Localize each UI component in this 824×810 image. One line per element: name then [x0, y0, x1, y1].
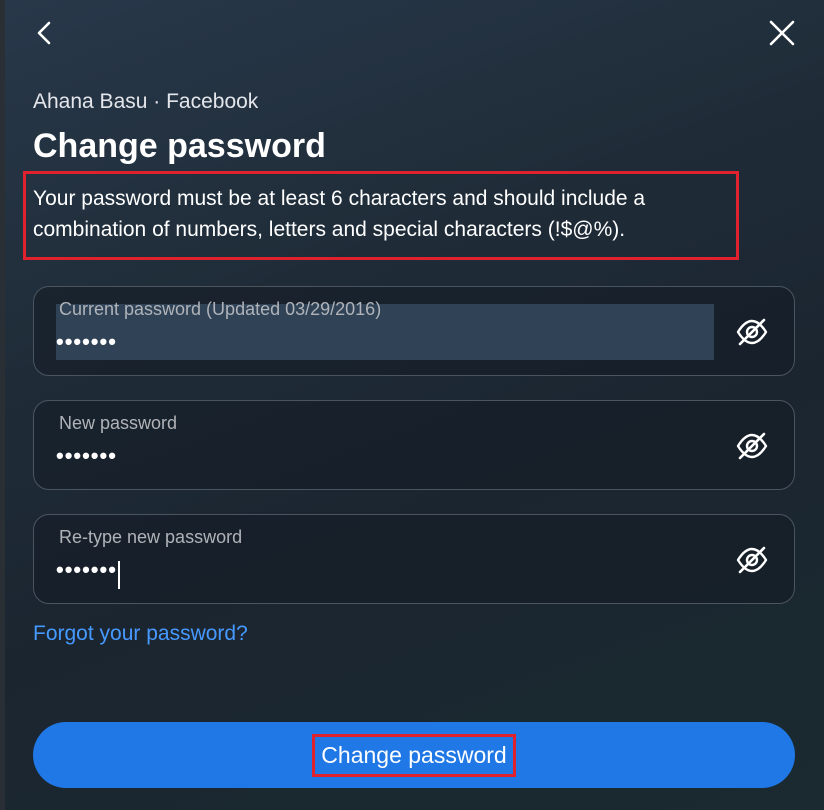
- page-title: Change password: [33, 127, 326, 165]
- new-password-input[interactable]: •••••••: [56, 443, 117, 469]
- toggle-current-password-visibility[interactable]: [732, 313, 772, 351]
- current-password-field[interactable]: Current password (Updated 03/29/2016) ••…: [33, 286, 795, 376]
- toggle-retype-password-visibility[interactable]: [732, 541, 772, 579]
- retype-password-label: Re-type new password: [59, 527, 243, 547]
- forgot-password-link[interactable]: Forgot your password?: [33, 622, 248, 646]
- change-password-dialog: Ahana Basu · Facebook Change password Yo…: [0, 0, 824, 810]
- new-password-label: New password: [59, 413, 178, 433]
- eye-slash-icon: [736, 432, 768, 460]
- eye-slash-icon: [736, 318, 768, 346]
- close-button[interactable]: [762, 13, 802, 53]
- change-password-button-label: Change password: [312, 733, 516, 777]
- retype-password-field[interactable]: Re-type new password •••••••: [33, 514, 795, 604]
- password-requirements: Your password must be at least 6 charact…: [33, 187, 646, 241]
- close-icon: [769, 20, 795, 46]
- text-caret: [118, 561, 120, 589]
- eye-slash-icon: [736, 546, 768, 574]
- back-button[interactable]: [25, 13, 65, 53]
- current-password-input[interactable]: •••••••: [56, 329, 117, 355]
- account-line: Ahana Basu · Facebook: [33, 90, 259, 113]
- retype-password-input[interactable]: •••••••: [56, 557, 117, 583]
- current-password-label: Current password (Updated 03/29/2016): [59, 299, 382, 319]
- chevron-left-icon: [37, 21, 51, 45]
- new-password-field[interactable]: New password •••••••: [33, 400, 795, 490]
- toggle-new-password-visibility[interactable]: [732, 427, 772, 465]
- change-password-button[interactable]: Change password: [33, 722, 795, 788]
- background-edge: [0, 0, 5, 810]
